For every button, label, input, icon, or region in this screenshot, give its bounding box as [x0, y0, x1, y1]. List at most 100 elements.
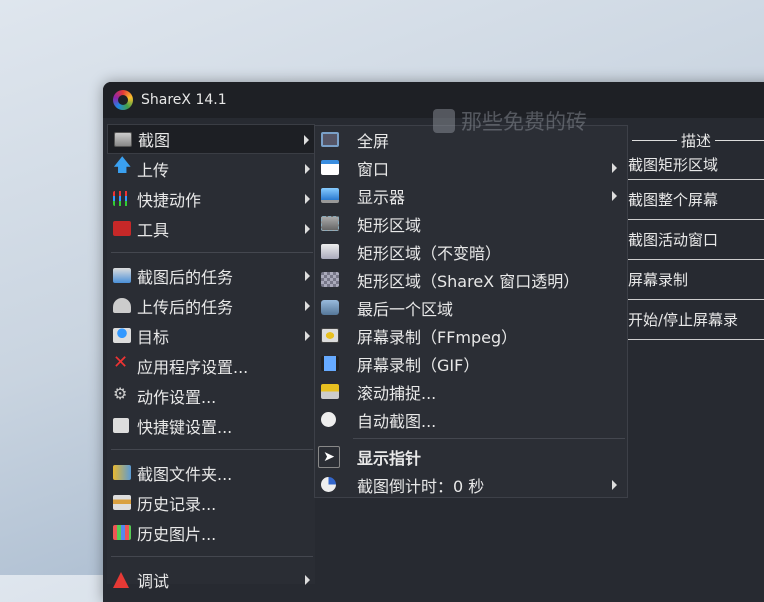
camera-icon: [114, 132, 132, 147]
description-row[interactable]: 开始/停止屏幕录: [628, 300, 764, 340]
menu-item-label: 滚动捕捉...: [357, 384, 437, 403]
menu-item-after-upload[interactable]: 上传后的任务: [107, 291, 315, 321]
menu-item-label: 全屏: [357, 132, 390, 151]
menu-item-label: 工具: [137, 221, 170, 240]
upload-arrow-icon: 🡅: [113, 155, 132, 176]
chevron-right-icon: [305, 164, 310, 174]
submenu-item-screen-record-gif[interactable]: 屏幕录制（GIF）: [315, 350, 627, 378]
last-region-icon: [321, 300, 339, 315]
description-text: 开始/停止屏幕录: [628, 311, 739, 329]
menu-item-label: 应用程序设置...: [137, 358, 249, 377]
menu-item-label: 显示指针: [357, 449, 422, 468]
menu-item-upload[interactable]: 🡅 上传: [107, 154, 315, 184]
menu-item-label: 窗口: [357, 160, 390, 179]
menu-separator: [111, 252, 313, 253]
cursor-icon: ➤: [318, 446, 340, 468]
window-icon: [321, 160, 339, 175]
chevron-right-icon: [305, 331, 310, 341]
rectangle-light-icon: [321, 244, 339, 259]
film-icon: [321, 356, 339, 371]
menu-item-history[interactable]: 历史记录...: [107, 488, 315, 518]
chevron-right-icon: [612, 480, 617, 490]
submenu-item-screen-record-ffmpeg[interactable]: 屏幕录制（FFmpeg）: [315, 322, 627, 350]
menu-item-screenshots-folder[interactable]: 截图文件夹...: [107, 458, 315, 488]
menu-item-label: 截图倒计时：0 秒: [357, 477, 485, 496]
watermark-logo-icon: [433, 109, 455, 133]
chevron-right-icon: [305, 271, 310, 281]
after-capture-icon: [113, 268, 131, 283]
menu-item-label: 自动截图...: [357, 412, 437, 431]
rectangle-transparent-icon: [321, 272, 339, 287]
menu-item-label: 历史记录...: [137, 495, 217, 514]
menu-item-label: 矩形区域（不变暗）: [357, 244, 502, 263]
menu-item-label: 上传: [137, 161, 170, 180]
watermark: 那些免费的砖: [433, 106, 587, 136]
menu-item-app-settings[interactable]: ✕ 应用程序设置...: [107, 351, 315, 381]
menu-item-label: 截图文件夹...: [137, 465, 233, 484]
watermark-text: 那些免费的砖: [461, 110, 587, 134]
description-header[interactable]: 描述: [628, 130, 764, 150]
submenu-item-monitor[interactable]: 显示器: [315, 182, 627, 210]
chevron-right-icon: [612, 163, 617, 173]
description-row[interactable]: 截图活动窗口: [628, 220, 764, 260]
folder-icon: [113, 465, 131, 480]
menu-item-label: 快捷动作: [137, 191, 202, 210]
chevron-right-icon: [305, 194, 310, 204]
menu-item-label: 快捷键设置...: [137, 418, 233, 437]
menu-item-label: 截图: [138, 131, 171, 150]
description-text: 屏幕录制: [628, 271, 689, 289]
cone-icon: [113, 572, 129, 588]
menu-item-label: 屏幕录制（GIF）: [357, 356, 480, 375]
cloud-icon: [113, 298, 131, 313]
menu-item-label: 显示器: [357, 188, 406, 207]
menu-item-debug[interactable]: 调试: [107, 565, 315, 595]
menu-item-label: 矩形区域: [357, 216, 422, 235]
description-text: 截图活动窗口: [628, 231, 719, 249]
menu-item-label: 动作设置...: [137, 388, 217, 407]
description-column: 描述 截图矩形区域 截图整个屏幕 截图活动窗口 屏幕录制 开始/停止屏幕录: [628, 130, 764, 340]
menu-separator: [353, 438, 625, 439]
description-row[interactable]: 截图整个屏幕: [628, 180, 764, 220]
monitor-icon: [321, 188, 339, 203]
menu-item-destinations[interactable]: 目标: [107, 321, 315, 351]
fullscreen-icon: [321, 132, 339, 147]
menu-item-image-history[interactable]: 历史图片...: [107, 518, 315, 548]
menu-item-hotkey-settings[interactable]: 快捷键设置...: [107, 411, 315, 441]
menu-item-label: 屏幕录制（FFmpeg）: [357, 328, 518, 347]
menu-item-capture[interactable]: 截图: [107, 124, 315, 154]
description-text: 截图整个屏幕: [628, 191, 719, 209]
description-header-label: 描述: [676, 132, 715, 150]
submenu-item-region-transparent[interactable]: 矩形区域（ShareX 窗口透明）: [315, 266, 627, 294]
submenu-item-region[interactable]: 矩形区域: [315, 210, 627, 238]
window-title: ShareX 14.1: [141, 92, 227, 108]
menu-item-task-settings[interactable]: ⚙ 动作设置...: [107, 381, 315, 411]
grid-icon: [113, 191, 131, 206]
capture-submenu: 全屏 窗口 显示器 矩形区域 矩形区域（不变暗） 矩形区域（ShareX 窗口透…: [314, 125, 628, 498]
submenu-item-region-light[interactable]: 矩形区域（不变暗）: [315, 238, 627, 266]
sharex-logo-icon: [113, 90, 133, 110]
description-row[interactable]: 屏幕录制: [628, 260, 764, 300]
chevron-right-icon: [305, 301, 310, 311]
menu-item-tools[interactable]: 工具: [107, 214, 315, 244]
menu-item-label: 上传后的任务: [137, 298, 234, 317]
chevron-right-icon: [612, 191, 617, 201]
submenu-item-scrolling-capture[interactable]: 滚动捕捉...: [315, 378, 627, 406]
submenu-item-screenshot-delay[interactable]: 截图倒计时：0 秒: [315, 471, 627, 499]
submenu-item-last-region[interactable]: 最后一个区域: [315, 294, 627, 322]
main-menu: 截图 🡅 上传 快捷动作 工具 截图后的任务 上传后的任务 目标 ✕ 应用程序设置.…: [107, 124, 315, 591]
menu-item-after-capture[interactable]: 截图后的任务: [107, 261, 315, 291]
menu-item-label: 矩形区域（ShareX 窗口透明）: [357, 272, 580, 291]
menu-item-label: 目标: [137, 328, 170, 347]
submenu-item-auto-capture[interactable]: 自动截图...: [315, 406, 627, 434]
destination-icon: [113, 328, 131, 343]
submenu-item-window[interactable]: 窗口: [315, 154, 627, 182]
submenu-item-show-cursor[interactable]: ➤ 显示指针: [315, 443, 627, 471]
menu-item-quick-actions[interactable]: 快捷动作: [107, 184, 315, 214]
history-icon: [113, 495, 131, 510]
chevron-right-icon: [305, 575, 310, 585]
menu-item-label: 最后一个区域: [357, 300, 454, 319]
menu-separator: [111, 556, 313, 557]
menu-item-label: 截图后的任务: [137, 268, 234, 287]
chevron-right-icon: [305, 224, 310, 234]
gear-icon: ⚙: [113, 384, 128, 403]
